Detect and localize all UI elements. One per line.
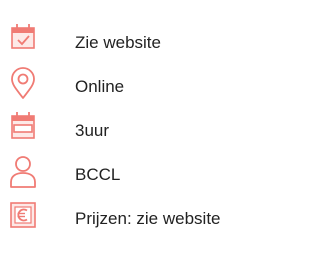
info-row-location: Online <box>0 66 270 102</box>
event-info-list: Zie website Online 3uur BCCL Prijzen: zi… <box>0 0 270 268</box>
info-row-price: Prijzen: zie website <box>0 198 270 234</box>
calendar-duration-icon <box>6 110 42 146</box>
euro-icon <box>6 198 42 234</box>
info-row-duration: 3uur <box>0 110 270 146</box>
location-pin-icon <box>6 66 42 102</box>
calendar-check-icon <box>6 22 42 58</box>
info-label-duration: 3uur <box>75 121 110 140</box>
info-row-date: Zie website <box>0 22 270 58</box>
info-label-organizer: BCCL <box>75 165 121 184</box>
info-row-organizer: BCCL <box>0 154 270 190</box>
info-label-date: Zie website <box>75 33 161 52</box>
info-label-price: Prijzen: zie website <box>75 209 221 228</box>
info-label-location: Online <box>75 77 125 96</box>
person-icon <box>6 154 42 190</box>
